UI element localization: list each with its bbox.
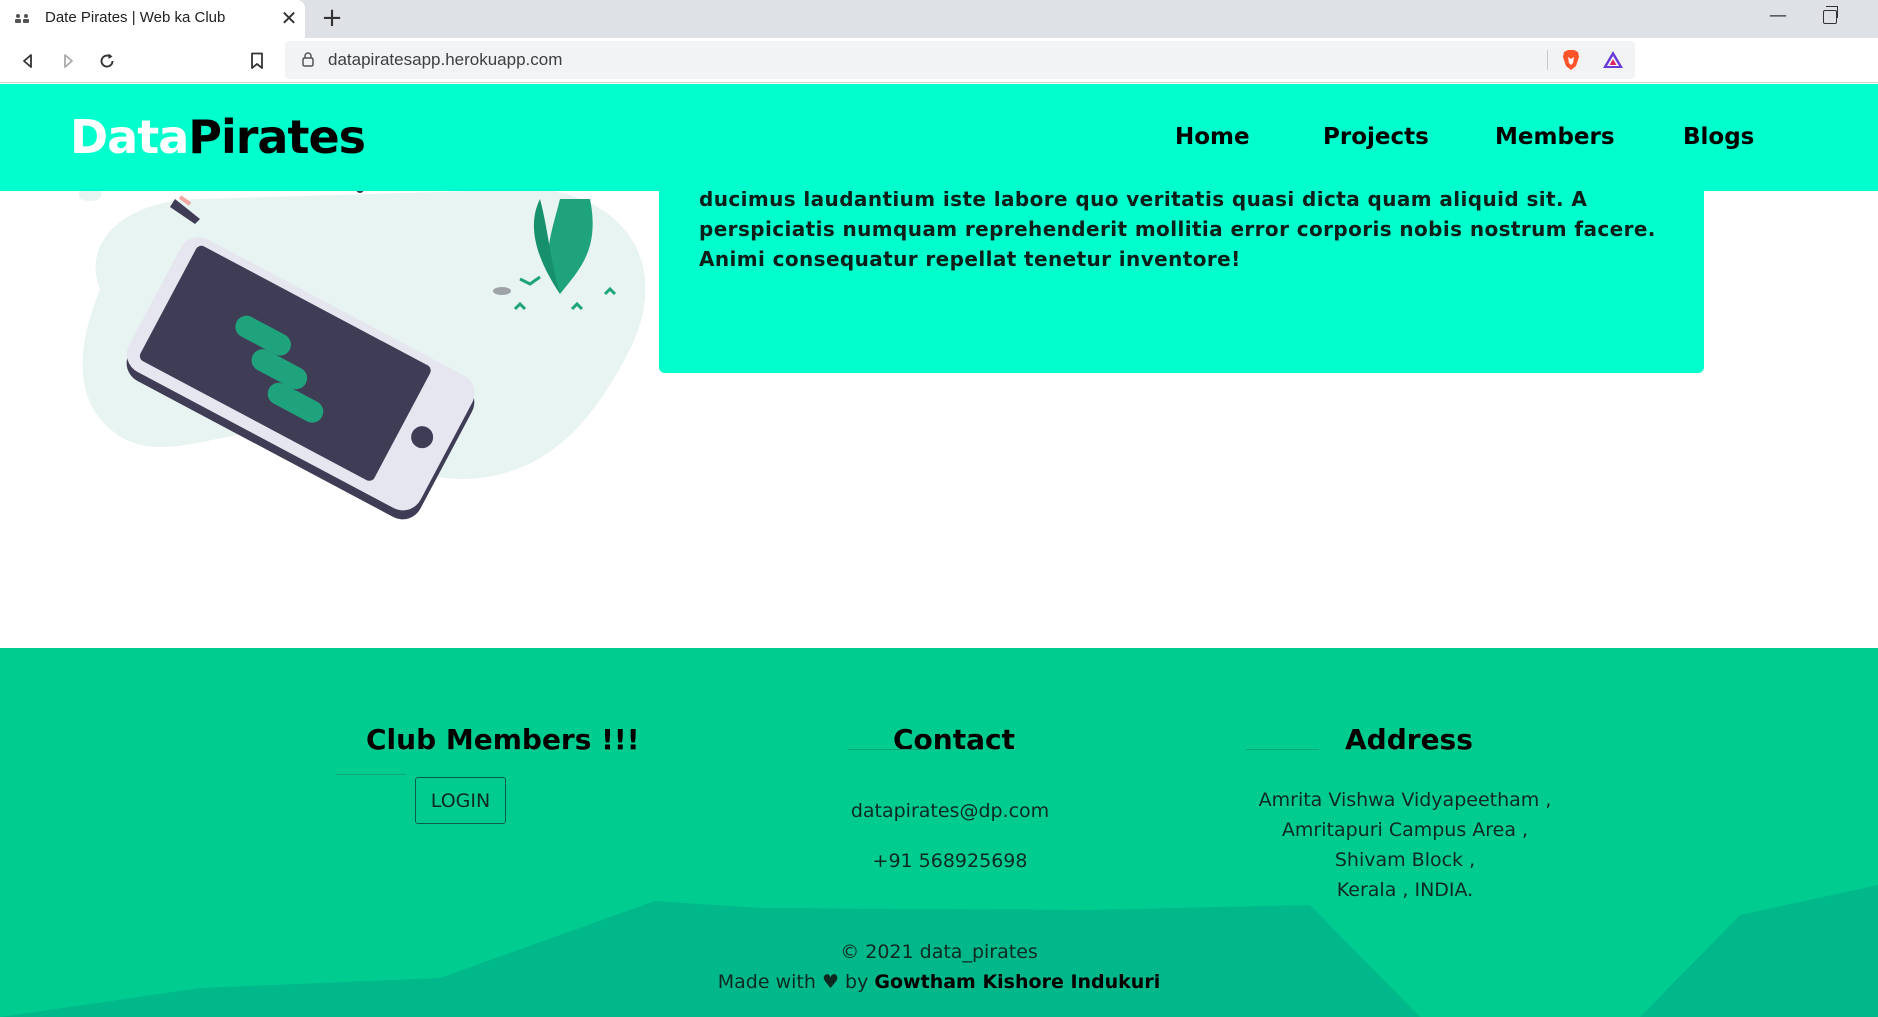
favicon-icon [14, 12, 34, 26]
bookmark-icon[interactable] [242, 46, 272, 76]
minimize-icon[interactable]: — [1766, 5, 1790, 31]
url-text: datapiratesapp.herokuapp.com [328, 50, 563, 69]
address-bar[interactable]: datapiratesapp.herokuapp.com [285, 41, 1635, 79]
forward-icon[interactable] [53, 46, 83, 76]
made-with-line: Made with ♥ by Gowtham Kishore Indukuri [0, 967, 1878, 997]
tab-close-icon[interactable]: ✕ [278, 5, 300, 31]
restore-icon[interactable] [1823, 6, 1838, 24]
site-navbar: DataPirates Home Projects Members Blogs [0, 84, 1878, 191]
address-line: Shivam Block , [1334, 849, 1476, 871]
members-divider [336, 774, 406, 775]
address-block: Amrita Vishwa Vidyapeetham , Amritapuri … [1210, 785, 1600, 905]
nav-link-projects[interactable]: Projects [1323, 124, 1429, 150]
logo-part-data: Data [70, 110, 189, 164]
active-tab[interactable]: Date Pirates | Web ka Club ✕ [0, 0, 305, 38]
contact-phone: +91 568925698 [872, 850, 1028, 872]
members-column: Club Members !!! [366, 723, 639, 756]
address-column: Address [1345, 723, 1473, 756]
page-viewport: DataPirates Home Projects Members Blogs [0, 84, 1878, 1017]
footer-credits: © 2021 data_pirates Made with ♥ by Gowth… [0, 937, 1878, 997]
contact-email[interactable]: datapirates@dp.com [800, 800, 1100, 822]
copyright-text: © 2021 data_pirates [840, 941, 1038, 963]
contact-divider [848, 749, 924, 750]
reload-icon[interactable] [92, 46, 122, 76]
brave-rewards-icon[interactable] [1601, 48, 1625, 72]
heart-icon: ♥ [821, 971, 839, 993]
address-line: Amrita Vishwa Vidyapeetham , [1258, 789, 1552, 811]
site-footer: Club Members !!! LOGIN Contact datapirat… [0, 648, 1878, 1017]
lock-icon[interactable] [302, 52, 314, 67]
address-divider [1246, 749, 1319, 750]
about-text: ducimus laudantium iste labore quo verit… [699, 187, 1656, 271]
contact-column: Contact [893, 723, 1015, 756]
made-with-text: Made with [717, 971, 816, 993]
tab-bar: Date Pirates | Web ka Club ✕ + — [0, 0, 1878, 38]
browser-toolbar: datapiratesapp.herokuapp.com [0, 38, 1878, 83]
brave-shield-icon[interactable] [1559, 48, 1583, 72]
by-text: by [845, 971, 869, 993]
contact-heading: Contact [893, 723, 1015, 756]
nav-link-blogs[interactable]: Blogs [1683, 124, 1754, 150]
phone-illustration [70, 179, 650, 529]
logo-part-pirates: Pirates [188, 110, 366, 164]
address-line: Amritapuri Campus Area , [1281, 819, 1529, 841]
back-icon[interactable] [13, 46, 43, 76]
tab-title: Date Pirates | Web ka Club [45, 9, 226, 26]
site-logo[interactable]: DataPirates [70, 110, 366, 164]
address-separator [1547, 50, 1548, 70]
new-tab-icon[interactable]: + [318, 3, 346, 33]
login-button[interactable]: LOGIN [415, 777, 506, 824]
author-name: Gowtham Kishore Indukuri [874, 971, 1161, 993]
address-heading: Address [1345, 723, 1473, 756]
members-heading: Club Members !!! [366, 723, 640, 756]
nav-link-members[interactable]: Members [1495, 124, 1615, 150]
nav-link-home[interactable]: Home [1175, 124, 1250, 150]
address-line: Kerala , INDIA. [1336, 879, 1474, 901]
